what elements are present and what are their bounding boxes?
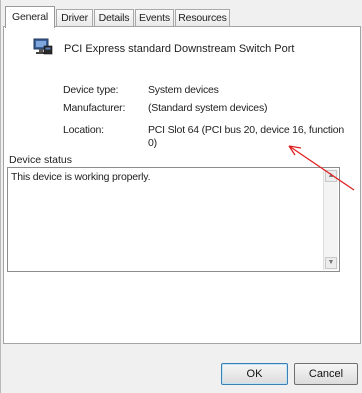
- location-value: PCI Slot 64 (PCI bus 20, device 16, func…: [148, 124, 345, 149]
- tab-details[interactable]: Details: [94, 9, 134, 27]
- ok-button[interactable]: OK: [221, 363, 288, 385]
- device-status-textbox[interactable]: This device is working properly. ▲ ▼: [7, 167, 340, 272]
- device-name: PCI Express standard Downstream Switch P…: [64, 43, 295, 55]
- device-type-value: System devices: [148, 84, 219, 96]
- tab-general[interactable]: General: [5, 6, 55, 28]
- manufacturer-label: Manufacturer:: [63, 102, 126, 114]
- tab-resources[interactable]: Resources: [175, 9, 230, 27]
- tab-strip: General Driver Details Events Resources: [1, 4, 362, 28]
- manufacturer-value: (Standard system devices): [148, 102, 268, 114]
- scroll-down-icon[interactable]: ▼: [325, 257, 337, 269]
- scroll-up-icon[interactable]: ▲: [325, 170, 337, 182]
- tab-events[interactable]: Events: [135, 9, 174, 27]
- device-status-label: Device status: [9, 154, 73, 166]
- tab-driver[interactable]: Driver: [56, 9, 93, 27]
- device-manager-icon: [31, 37, 53, 60]
- device-properties-dialog: General Driver Details Events Resources …: [0, 0, 362, 393]
- location-label: Location:: [63, 124, 104, 136]
- cancel-button[interactable]: Cancel: [294, 363, 358, 385]
- device-status-text: This device is working properly.: [11, 171, 151, 183]
- device-type-label: Device type:: [63, 84, 119, 96]
- status-scrollbar[interactable]: ▲ ▼: [323, 169, 338, 270]
